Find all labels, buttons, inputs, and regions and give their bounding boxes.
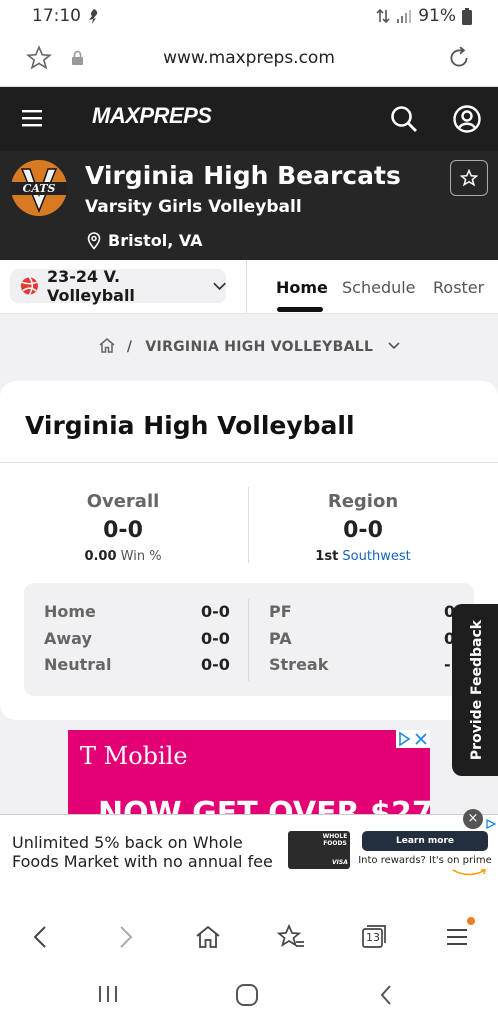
stat-label: PF [269, 602, 292, 621]
menu-icon[interactable] [22, 109, 42, 127]
stat-row: Away 0-0 PA 0 [44, 629, 464, 655]
breadcrumb-separator: / [126, 339, 133, 355]
follow-button[interactable] [450, 160, 488, 196]
star-icon [460, 169, 478, 187]
win-percent-value: 0.00 [84, 549, 117, 564]
region-rank: 1st Southwest [248, 549, 478, 564]
account-icon[interactable] [452, 104, 482, 134]
stat-label: Home [44, 602, 96, 621]
tmobile-logo: T Mobile [80, 742, 188, 770]
home-icon[interactable] [193, 922, 223, 952]
svg-text:CATS: CATS [23, 182, 56, 195]
overall-value: 0-0 [103, 518, 143, 543]
stat-value: 0-0 [201, 629, 230, 648]
forward-icon[interactable] [110, 922, 140, 952]
chevron-down-icon [213, 282, 226, 290]
breadcrumb-current[interactable]: VIRGINIA HIGH VOLLEYBALL [145, 339, 373, 355]
home-button-icon[interactable] [235, 983, 259, 1007]
reload-icon[interactable] [446, 45, 472, 71]
back-icon[interactable] [26, 922, 56, 952]
home-icon[interactable] [98, 337, 116, 354]
team-name: Virginia High Bearcats [85, 161, 401, 190]
record-breakdown: Home 0-0 PF 0 Away 0-0 PA 0 Neutral 0-0 … [24, 583, 474, 696]
maxpreps-logo[interactable]: MAXPREPS [92, 103, 212, 129]
notification-icon [89, 9, 98, 24]
notification-dot [467, 917, 475, 925]
ad-info-icon[interactable] [484, 817, 498, 831]
browser-toolbar: 13 [0, 904, 498, 968]
volleyball-icon [20, 277, 38, 295]
adchoices-icon[interactable] [396, 730, 430, 748]
site-header: MAXPREPS [0, 87, 498, 151]
win-percent-label: Win % [120, 549, 162, 564]
bottom-ad[interactable]: Unlimited 5% back on Whole Foods Market … [0, 809, 498, 904]
system-nav-bar [0, 968, 498, 1023]
chevron-down-icon[interactable] [388, 342, 400, 350]
status-time: 17:10 [32, 6, 81, 26]
url-text[interactable]: www.maxpreps.com [0, 48, 498, 68]
stat-label: Away [44, 629, 92, 648]
recent-apps-icon[interactable] [97, 984, 119, 1004]
team-record-card: Virginia High Volleyball Overall 0-0 0.0… [0, 381, 498, 720]
status-right: 91% [376, 6, 472, 26]
team-subtitle: Varsity Girls Volleyball [85, 197, 302, 217]
active-tab-indicator [277, 307, 323, 312]
win-percent: 0.00 Win % [8, 549, 238, 564]
data-transfer-icon [376, 8, 390, 24]
region-record: Region 0-0 1st Southwest [248, 491, 478, 564]
overall-label: Overall [86, 491, 160, 512]
location-pin-icon [87, 232, 101, 250]
card-brand: WHOLE FOODS [322, 833, 348, 847]
divider [248, 599, 249, 681]
browser-url-bar: www.maxpreps.com [0, 32, 498, 87]
battery-percent: 91% [418, 6, 456, 26]
bookmarks-icon[interactable] [276, 922, 306, 952]
team-banner: CATS Virginia High Bearcats Varsity Girl… [0, 151, 498, 260]
menu-icon[interactable] [442, 922, 472, 952]
stat-value: 0-0 [201, 602, 230, 621]
stat-label: Neutral [44, 655, 112, 674]
region-label: Region [327, 491, 399, 512]
team-location: Bristol, VA [108, 231, 203, 250]
region-value: 0-0 [343, 518, 383, 543]
learn-more-button[interactable]: Learn more [362, 831, 488, 851]
amazon-smile-icon [452, 869, 486, 876]
region-link[interactable]: Southwest [342, 549, 410, 564]
team-nav: 23-24 V. Volleyball Home Schedule Roster [0, 260, 498, 314]
stat-row: Neutral 0-0 Streak - [44, 655, 464, 681]
team-logo: CATS [11, 160, 67, 216]
feedback-label: Provide Feedback [469, 619, 485, 761]
close-ad-button[interactable]: × [463, 809, 483, 829]
stat-label: Streak [269, 655, 329, 674]
stat-value: - [444, 655, 451, 674]
ad-text: Unlimited 5% back on Whole Foods Market … [12, 833, 273, 871]
tab-schedule[interactable]: Schedule [342, 278, 416, 297]
tab-roster[interactable]: Roster [433, 278, 484, 297]
card-title: Virginia High Volleyball [25, 411, 355, 440]
signal-icon [397, 10, 412, 23]
stat-value: 0-0 [201, 655, 230, 674]
divider [0, 462, 498, 463]
status-bar: 17:10 91% [0, 0, 498, 32]
stat-label: PA [269, 629, 292, 648]
card-network: VISA [332, 859, 348, 866]
season-selector[interactable]: 23-24 V. Volleyball [10, 267, 226, 305]
divider [246, 260, 247, 314]
tab-home[interactable]: Home [276, 278, 328, 297]
ad-headline: NOW GET OVER $270 [98, 796, 430, 814]
system-back-icon[interactable] [377, 983, 395, 1007]
region-rank-value: 1st [315, 549, 339, 564]
stat-row: Home 0-0 PF 0 [44, 602, 464, 628]
breadcrumb[interactable]: / VIRGINIA HIGH VOLLEYBALL [0, 337, 498, 355]
ad-tagline: Into rewards? It's on prime [358, 855, 492, 866]
provide-feedback-button[interactable]: Provide Feedback [452, 604, 498, 776]
credit-card-image: WHOLE FOODS VISA [288, 831, 350, 869]
tmobile-ad[interactable]: T Mobile NOW GET OVER $270 [68, 730, 430, 814]
overall-record: Overall 0-0 0.00 Win % [8, 491, 238, 564]
tabs-button[interactable]: 13 [359, 922, 389, 952]
battery-icon [462, 7, 472, 25]
search-icon[interactable] [389, 104, 419, 134]
season-label: 23-24 V. Volleyball [46, 267, 135, 305]
tabs-count: 13 [366, 931, 380, 944]
